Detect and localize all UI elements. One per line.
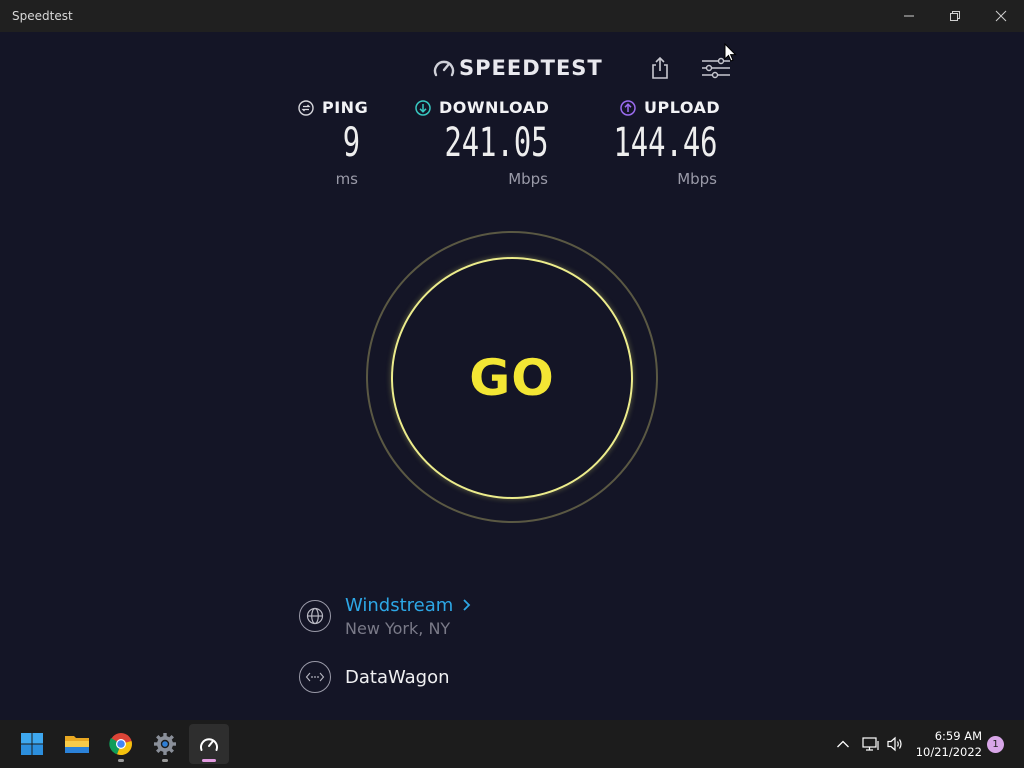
ping-icon — [298, 100, 314, 116]
start-button[interactable] — [12, 724, 52, 764]
download-arrow-icon — [415, 100, 431, 116]
network-button[interactable] — [861, 734, 881, 754]
isp-globe-button[interactable] — [299, 600, 331, 632]
globe-icon — [306, 607, 324, 625]
download-unit: Mbps — [508, 170, 548, 188]
clock-time: 6:59 AM — [934, 729, 982, 743]
running-indicator — [118, 759, 124, 762]
volume-button[interactable] — [885, 734, 905, 754]
download-label: DOWNLOAD — [439, 98, 550, 117]
start-icon — [21, 733, 43, 755]
download-value: 241.05 — [443, 120, 548, 166]
go-button[interactable]: GO — [391, 257, 633, 499]
host-name[interactable]: DataWagon — [345, 667, 450, 688]
mouse-cursor-icon — [724, 43, 737, 62]
chrome-button[interactable] — [101, 724, 141, 764]
chevron-right-icon[interactable] — [461, 596, 473, 614]
speedometer-logo-icon — [433, 60, 455, 77]
volume-icon — [887, 736, 902, 752]
share-button[interactable] — [646, 54, 674, 82]
window-title: Speedtest — [12, 9, 73, 23]
share-icon — [652, 56, 668, 79]
network-icon — [862, 737, 879, 751]
title-bar: Speedtest — [0, 0, 1024, 32]
ping-label: PING — [322, 98, 369, 117]
brand-name: SPEEDTEST — [459, 56, 603, 80]
restore-button[interactable] — [932, 0, 978, 32]
clock-date: 10/21/2022 — [915, 745, 982, 759]
speedtest-taskbar-button[interactable] — [189, 724, 229, 764]
running-indicator — [162, 759, 168, 762]
server-connection-icon — [305, 672, 325, 682]
file-explorer-icon — [65, 736, 89, 753]
upload-arrow-icon — [620, 100, 636, 116]
speedtest-icon — [200, 738, 218, 751]
ping-unit: ms — [335, 170, 358, 188]
file-explorer-button[interactable] — [57, 724, 97, 764]
clock[interactable]: 6:59 AM 10/21/2022 — [912, 728, 982, 760]
chrome-icon — [109, 733, 132, 756]
minimize-icon — [904, 15, 914, 17]
upload-value: 144.46 — [612, 120, 717, 166]
isp-location: New York, NY — [345, 619, 451, 638]
show-hidden-icons-button[interactable] — [833, 734, 853, 754]
minimize-button[interactable] — [886, 0, 932, 32]
go-label: GO — [469, 349, 555, 407]
speedtest-logo: SPEEDTEST — [432, 56, 603, 80]
restore-icon — [950, 11, 960, 21]
isp-name-link[interactable]: Windstream — [345, 595, 453, 616]
close-icon — [995, 10, 1007, 22]
notification-badge[interactable]: 1 — [987, 736, 1004, 753]
host-server-button[interactable] — [299, 661, 331, 693]
upload-unit: Mbps — [677, 170, 717, 188]
settings-app-button[interactable] — [145, 724, 185, 764]
ping-value: 9 — [342, 120, 360, 166]
close-button[interactable] — [978, 0, 1024, 32]
chevron-up-icon — [837, 740, 849, 748]
settings-icon — [154, 733, 176, 755]
upload-label: UPLOAD — [644, 98, 721, 117]
active-indicator — [202, 759, 216, 762]
